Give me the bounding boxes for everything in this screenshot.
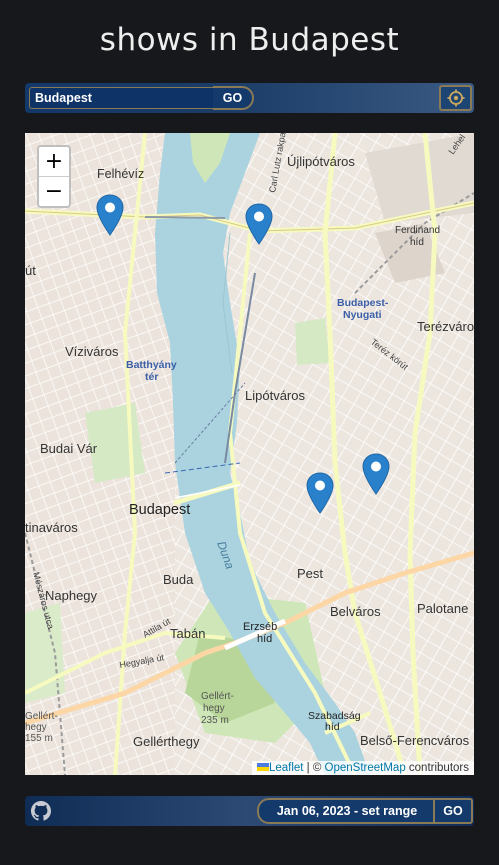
map-label: Víziváros — [65, 344, 119, 359]
map-label: tér — [145, 371, 158, 383]
show-marker[interactable] — [306, 472, 334, 514]
map-label: 155 m — [25, 733, 53, 744]
attribution-contributors: contributors — [405, 762, 469, 774]
map-label: Tabán — [170, 626, 205, 641]
map-label: Belső-Ferencváros — [360, 733, 470, 748]
search-go-button[interactable]: GO — [213, 86, 254, 110]
map-label: Ferdinand — [395, 225, 440, 236]
search-input[interactable] — [29, 87, 235, 109]
map-label: Felhévíz — [97, 167, 144, 181]
map-label: hegy — [203, 703, 225, 714]
map-label: Nyugati — [343, 309, 382, 321]
map-label: Budai Vár — [40, 441, 98, 456]
date-go-button[interactable]: GO — [433, 798, 473, 824]
map-label: Újlipótváros — [287, 154, 355, 169]
map-attribution: Leaflet | © OpenStreetMap contributors — [251, 761, 474, 775]
map-label: Gellért- — [201, 691, 234, 702]
crosshair-icon — [447, 89, 464, 107]
map-label: tinaváros — [25, 520, 78, 535]
date-range-button[interactable]: Jan 06, 2023 - set range — [257, 798, 435, 824]
map-label: Gellérthegy — [133, 734, 200, 749]
map-label: Buda — [163, 572, 194, 587]
leaflet-link[interactable]: Leaflet — [269, 762, 304, 774]
map-label: híd — [257, 633, 272, 645]
attribution-separator: | © — [303, 762, 325, 774]
zoom-out-button[interactable]: − — [39, 177, 69, 206]
map-label: Lipótváros — [245, 388, 305, 403]
footer-bar: Jan 06, 2023 - set range GO — [25, 796, 474, 826]
map-label: Budapest — [129, 502, 190, 518]
show-marker[interactable] — [362, 453, 390, 495]
map-label: hegy — [25, 722, 47, 733]
map-label: Belváros — [330, 604, 381, 619]
map-label: Batthyány — [126, 359, 177, 371]
page-title: shows in Budapest — [99, 22, 400, 58]
map-label: híd — [410, 237, 424, 248]
map-label: Naphegy — [45, 588, 98, 603]
map[interactable]: Felhévíz Újlipótváros Ferdinand híd Buda… — [25, 133, 474, 775]
map-label: Pest — [297, 566, 323, 581]
openstreetmap-link[interactable]: OpenStreetMap — [325, 762, 406, 774]
show-marker[interactable] — [245, 203, 273, 245]
locate-button[interactable] — [439, 85, 472, 111]
map-label: út — [25, 263, 36, 278]
show-marker[interactable] — [96, 194, 124, 236]
zoom-control: + − — [37, 145, 71, 208]
github-icon[interactable] — [31, 801, 51, 821]
zoom-in-button[interactable]: + — [39, 147, 69, 177]
map-label: 235 m — [201, 715, 229, 726]
map-label: Gellért- — [25, 711, 58, 722]
map-label: Palotane — [417, 601, 468, 616]
ukraine-flag-icon — [256, 763, 269, 771]
map-label: Budapest- — [337, 297, 389, 309]
search-bar: GO — [25, 83, 474, 113]
map-label: híd — [325, 721, 340, 733]
map-label: Terézváros — [417, 319, 474, 334]
map-label: Erzséb — [243, 621, 277, 633]
